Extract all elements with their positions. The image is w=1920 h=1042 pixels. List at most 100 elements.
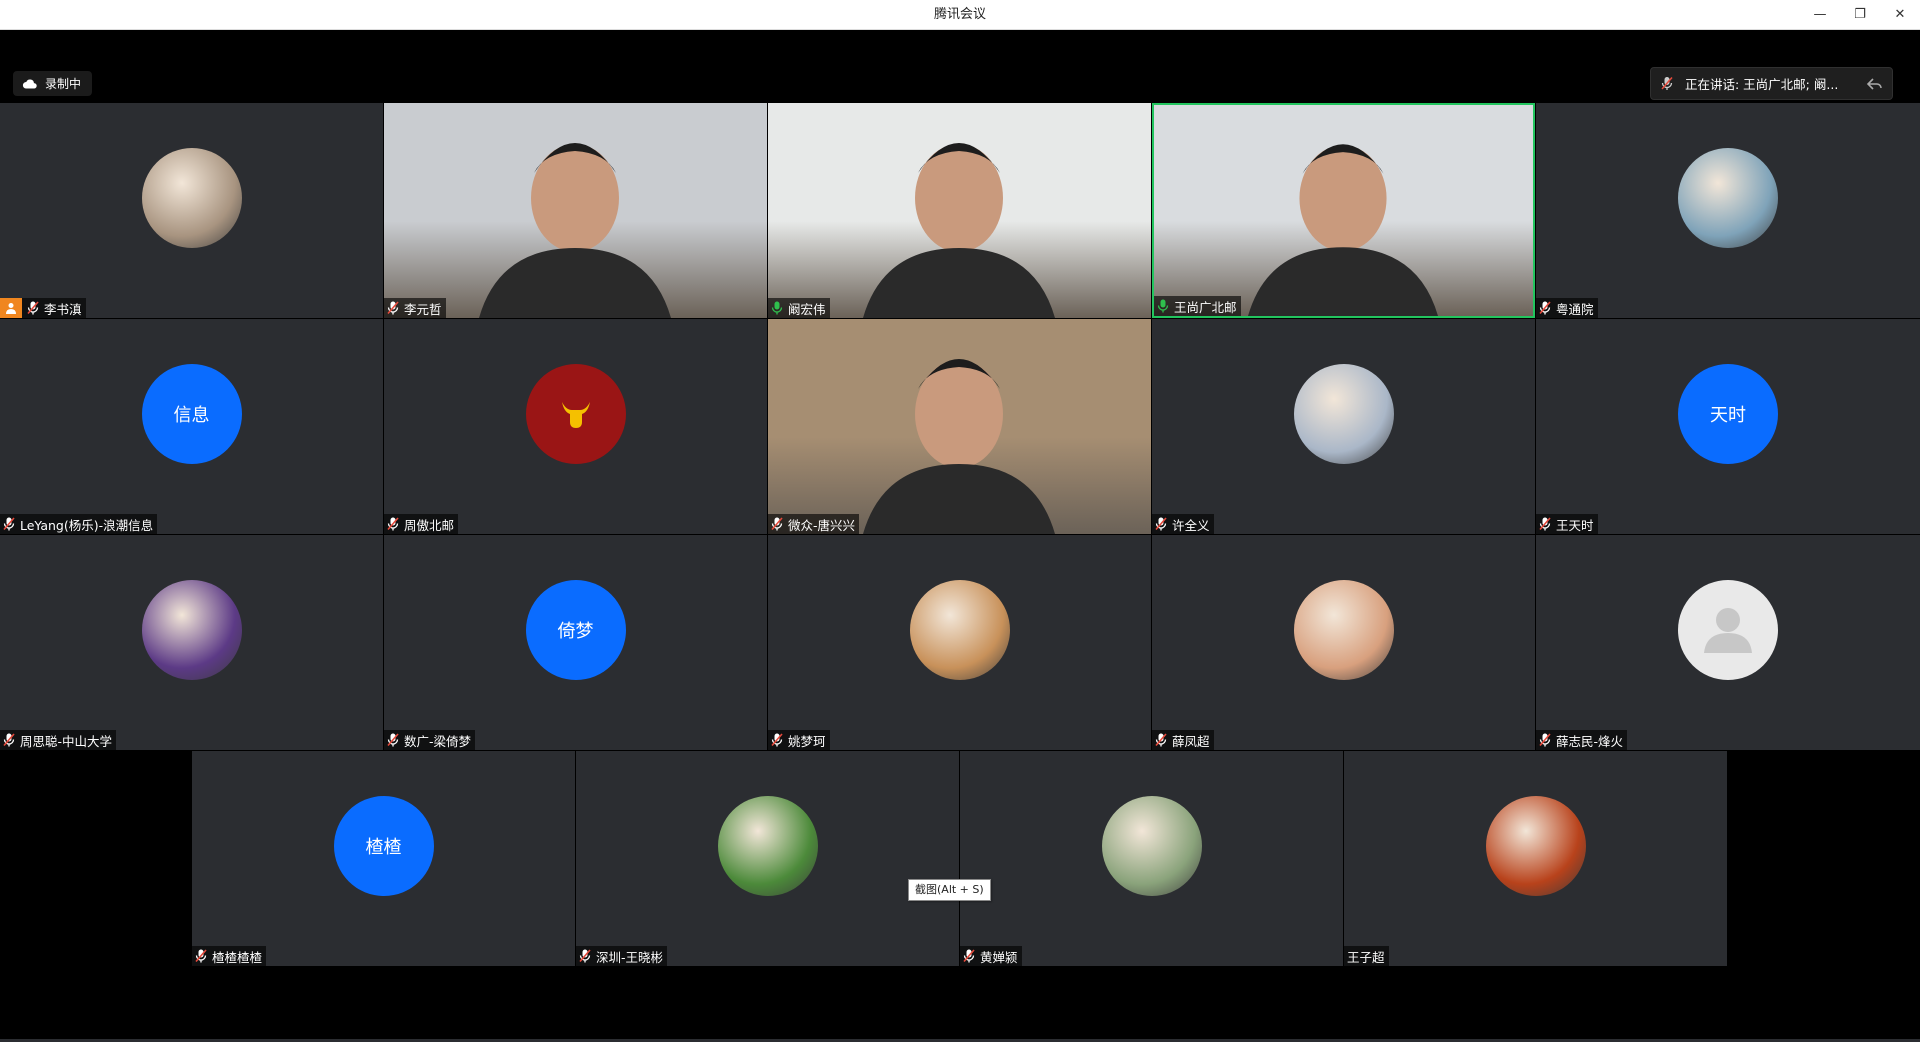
mic-muted-icon	[387, 733, 399, 747]
avatar	[717, 796, 818, 896]
avatar: 天时	[1678, 364, 1778, 464]
participant-nameplate: 王天时	[1536, 514, 1598, 534]
participant-tile[interactable]: 粤通院	[1536, 103, 1920, 318]
avatar: 楂楂	[333, 796, 434, 896]
participant-nameplate: 李元哲	[384, 298, 446, 318]
avatar-initials: 天时	[1710, 405, 1746, 426]
video-feed	[384, 103, 767, 318]
participant-nameplate: 周傲北邮	[384, 514, 459, 534]
participant-name: 黄婵颍	[980, 949, 1018, 965]
participant-nameplate: LeYang(杨乐)-浪潮信息	[0, 514, 158, 534]
avatar: 倚梦	[525, 580, 626, 680]
participant-nameplate: 许全义	[1152, 514, 1214, 534]
participant-tile[interactable]: 黄婵颍	[960, 751, 1343, 966]
participant-tile[interactable]: 薛凤超	[1152, 535, 1535, 750]
video-feed	[768, 103, 1151, 318]
participant-name: 姚梦珂	[788, 733, 826, 749]
participant-name: 数广-梁倚梦	[404, 733, 472, 749]
participant-name: 粤通院	[1556, 301, 1594, 317]
mic-muted-icon	[195, 949, 207, 963]
participant-name: 深圳-王晓彬	[596, 949, 664, 965]
participant-tile[interactable]: 李元哲	[384, 103, 767, 318]
mic-muted-icon	[1539, 301, 1551, 315]
participant-nameplate: 微众-唐兴兴	[768, 514, 860, 534]
participant-name: 薛志民-烽火	[1556, 733, 1624, 749]
participant-name: 许全义	[1172, 517, 1210, 533]
participant-nameplate: 薛志民-烽火	[1536, 730, 1628, 750]
participant-tile[interactable]: 薛志民-烽火	[1536, 535, 1920, 750]
participant-name: LeYang(杨乐)-浪潮信息	[20, 517, 154, 533]
participant-name: 李书滇	[44, 301, 82, 317]
mic-muted-icon	[1539, 517, 1551, 531]
participant-nameplate: 姚梦珂	[768, 730, 830, 750]
participant-nameplate: 粤通院	[1536, 298, 1598, 318]
mic-muted-icon	[1661, 76, 1673, 91]
window-title: 腾讯会议	[933, 7, 986, 22]
video-feed	[768, 319, 1151, 534]
mic-active-icon	[771, 301, 783, 315]
participant-name: 周思聪-中山大学	[20, 733, 113, 749]
avatar	[1101, 796, 1202, 896]
participant-name: 周傲北邮	[404, 517, 455, 533]
mic-muted-icon	[771, 733, 783, 747]
participant-tile[interactable]: 阚宏伟	[768, 103, 1151, 318]
participant-tile[interactable]: 楂楂 楂楂楂楂	[192, 751, 575, 966]
avatar	[1678, 580, 1778, 680]
participant-tile[interactable]: 周思聪-中山大学	[0, 535, 383, 750]
mic-muted-icon	[3, 517, 15, 531]
mic-muted-icon	[1539, 733, 1551, 747]
ox-icon	[561, 402, 590, 428]
title-bar: 腾讯会议 — ❐ ✕	[0, 0, 1920, 30]
participant-tile[interactable]: 许全义	[1152, 319, 1535, 534]
participant-nameplate: 李书滇	[0, 298, 86, 318]
participant-tile[interactable]: 姚梦珂	[768, 535, 1151, 750]
participant-tile[interactable]: 王尚广北邮	[1152, 103, 1535, 318]
participant-nameplate: 阚宏伟	[768, 298, 830, 318]
avatar-initials: 楂楂	[365, 837, 402, 858]
participant-tile[interactable]: 微众-唐兴兴	[768, 319, 1151, 534]
video-feed	[1154, 105, 1533, 316]
avatar-initials: 倚梦	[557, 621, 594, 642]
mic-muted-icon	[1155, 517, 1167, 531]
participant-nameplate: 王尚广北邮	[1154, 296, 1241, 316]
participant-name: 楂楂楂楂	[212, 949, 263, 965]
mic-muted-icon	[771, 517, 783, 531]
participant-tile[interactable]: 倚梦数广-梁倚梦	[384, 535, 767, 750]
recording-indicator[interactable]: 录制中	[13, 71, 93, 96]
speaking-indicator[interactable]: 正在讲话: 王尚广北邮; 阚...	[1650, 67, 1893, 100]
participant-nameplate: 楂楂楂楂	[192, 946, 267, 966]
participant-tile[interactable]: 王子超	[1344, 751, 1727, 966]
participant-tile[interactable]: 信息 LeYang(杨乐)-浪潮信息	[0, 319, 383, 534]
participant-name: 李元哲	[404, 301, 442, 317]
participant-name: 微众-唐兴兴	[788, 517, 856, 533]
mic-muted-icon	[387, 301, 399, 315]
participant-tile[interactable]: 李书滇	[0, 103, 383, 318]
collapse-arrow-icon[interactable]	[1866, 77, 1882, 90]
mic-muted-icon	[963, 949, 975, 963]
avatar: 信息	[141, 364, 242, 464]
avatar	[141, 148, 242, 248]
mic-muted-icon	[579, 949, 591, 963]
avatar	[909, 580, 1010, 680]
avatar	[141, 580, 242, 680]
participant-nameplate: 深圳-王晓彬	[576, 946, 668, 966]
avatar-initials: 信息	[173, 405, 210, 426]
minimize-button[interactable]: —	[1800, 0, 1840, 29]
restore-button[interactable]: ❐	[1840, 0, 1880, 29]
host-icon	[0, 298, 22, 318]
participant-tile[interactable]: 周傲北邮	[384, 319, 767, 534]
cloud-icon	[22, 78, 37, 88]
participant-nameplate: 周思聪-中山大学	[0, 730, 117, 750]
mic-active-icon	[1157, 299, 1169, 313]
avatar	[1678, 148, 1778, 248]
participant-tile[interactable]: 深圳-王晓彬	[576, 751, 959, 966]
avatar	[1485, 796, 1586, 896]
avatar	[1293, 364, 1394, 464]
close-button[interactable]: ✕	[1880, 0, 1920, 29]
recording-label: 录制中	[45, 77, 82, 91]
mic-muted-icon	[1155, 733, 1167, 747]
user-icon	[1704, 608, 1752, 653]
participant-name: 王尚广北邮	[1174, 299, 1237, 315]
participant-tile[interactable]: 天时王天时	[1536, 319, 1920, 534]
mic-muted-icon	[387, 517, 399, 531]
